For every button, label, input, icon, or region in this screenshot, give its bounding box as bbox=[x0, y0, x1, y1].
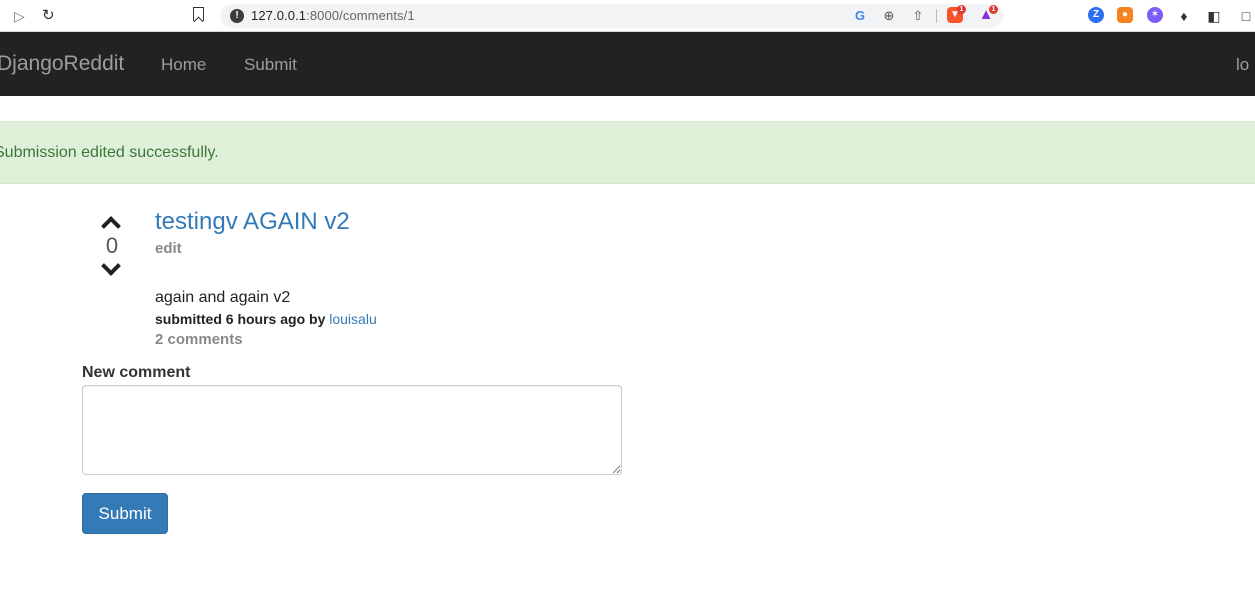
brave-badge: 1 bbox=[957, 5, 966, 14]
extension-sparkle-icon[interactable]: ✶ bbox=[1147, 7, 1163, 23]
reload-icon[interactable]: ↻ bbox=[42, 7, 55, 25]
nav-submit-link[interactable]: Submit bbox=[244, 55, 297, 75]
post-body: again and again v2 bbox=[155, 289, 291, 306]
forward-icon[interactable]: ▷ bbox=[14, 7, 25, 25]
post-meta-prefix: submitted 6 hours ago by bbox=[155, 311, 330, 327]
metamask-icon[interactable]: ● bbox=[1117, 7, 1133, 23]
browser-toolbar: ▷ ↻ ! 127.0.0.1:8000/comments/1 G ⊕ ⇧ ▼ 1… bbox=[0, 0, 1255, 32]
brave-rewards-icon[interactable]: ▲ 1 bbox=[978, 5, 998, 23]
url-path: :8000/comments/1 bbox=[306, 8, 415, 23]
nav-account-link[interactable]: lo bbox=[1236, 55, 1249, 75]
edit-post-link[interactable]: edit bbox=[155, 240, 182, 258]
extensions-puzzle-icon[interactable]: ♦ bbox=[1176, 7, 1192, 25]
submit-comment-button[interactable]: Submit bbox=[82, 493, 168, 534]
author-link[interactable]: louisalu bbox=[329, 311, 376, 327]
zoom-icon[interactable]: ⊕ bbox=[881, 7, 897, 25]
site-info-icon[interactable]: ! bbox=[230, 9, 244, 23]
post-score: 0 bbox=[105, 233, 119, 258]
navbar: DjangoReddit Home Submit lo bbox=[0, 32, 1255, 96]
url-host: 127.0.0.1 bbox=[251, 8, 307, 23]
post-meta: submitted 6 hours ago by louisalu bbox=[155, 311, 377, 327]
url-text[interactable]: 127.0.0.1:8000/comments/1 bbox=[251, 8, 415, 23]
nav-home-link[interactable]: Home bbox=[161, 55, 206, 75]
post-title-link[interactable]: testingv AGAIN v2 bbox=[155, 208, 350, 236]
new-comment-textarea[interactable] bbox=[82, 385, 622, 475]
toolbar-divider bbox=[936, 9, 937, 23]
bookmark-icon[interactable] bbox=[193, 7, 204, 21]
brand-logo[interactable]: DjangoReddit bbox=[0, 52, 124, 76]
comments-count-link[interactable]: 2 comments bbox=[155, 331, 243, 349]
window-icon[interactable]: □ bbox=[1240, 7, 1252, 25]
share-icon[interactable]: ⇧ bbox=[910, 7, 926, 25]
new-comment-label: New comment bbox=[82, 364, 191, 381]
success-alert: Submission edited successfully. bbox=[0, 121, 1255, 184]
brave-shield-icon[interactable]: ▼ 1 bbox=[947, 5, 966, 23]
zotero-icon[interactable]: Z bbox=[1088, 7, 1104, 23]
sidebar-icon[interactable]: ◧ bbox=[1206, 7, 1222, 25]
rewards-badge: 1 bbox=[989, 5, 998, 14]
alert-message: Submission edited successfully. bbox=[0, 144, 219, 161]
google-icon[interactable]: G bbox=[853, 7, 867, 25]
downvote-icon[interactable] bbox=[101, 256, 121, 276]
